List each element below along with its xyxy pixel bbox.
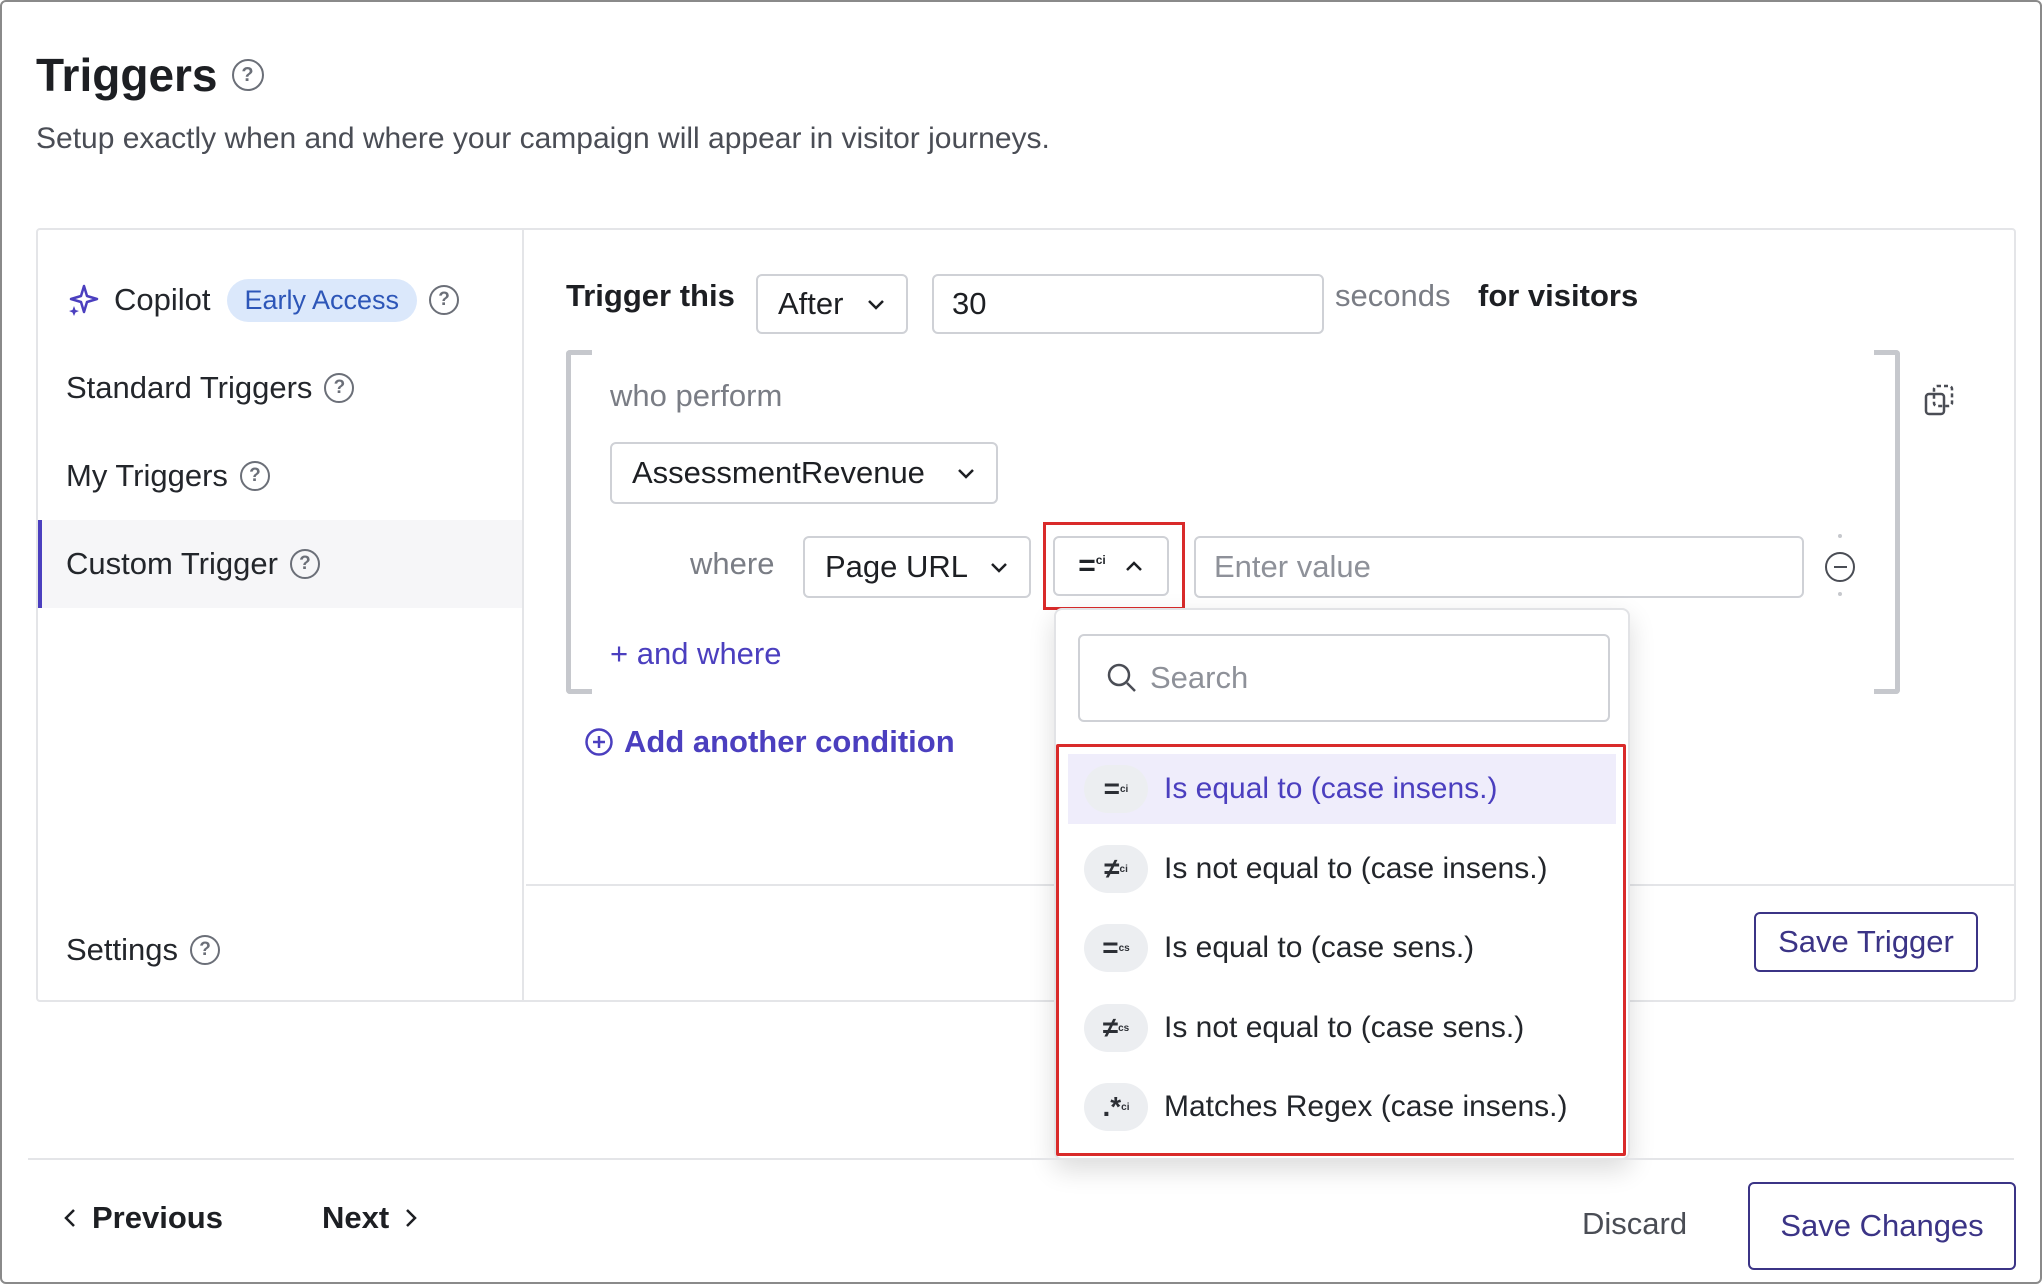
regex-ci-icon: .* ci xyxy=(1084,1083,1148,1131)
search-placeholder: Search xyxy=(1150,660,1249,695)
early-access-badge: Early Access xyxy=(226,278,418,322)
option-label: Is not equal to (case insens.) xyxy=(1164,852,1548,885)
discard-button[interactable]: Discard xyxy=(1582,1206,1687,1242)
sidebar-item-label: Copilot xyxy=(114,282,211,317)
property-select-value: Page URL xyxy=(825,549,969,584)
seconds-input[interactable]: 30 xyxy=(932,274,1324,334)
triggers-card: Copilot Early Access ? Standard Triggers… xyxy=(36,228,2016,1002)
seconds-input-value: 30 xyxy=(952,286,987,321)
sidebar: Copilot Early Access ? Standard Triggers… xyxy=(38,230,524,1000)
chevron-down-icon xyxy=(991,563,1007,573)
chevron-right-icon xyxy=(406,1209,417,1227)
and-where-link[interactable]: + and where xyxy=(610,636,781,672)
divider-dot xyxy=(1838,534,1842,538)
page-title-row: Triggers ? xyxy=(36,48,264,102)
sidebar-item-label: Custom Trigger xyxy=(66,546,278,581)
sidebar-item-label: Settings xyxy=(66,932,179,967)
page-title: Triggers xyxy=(36,49,218,101)
operator-select[interactable]: =ci xyxy=(1053,536,1169,596)
duplicate-icon[interactable] xyxy=(1922,380,1958,420)
sidebar-item-label: My Triggers xyxy=(66,458,228,493)
add-condition-label: Add another condition xyxy=(624,724,955,759)
next-label: Next xyxy=(322,1200,390,1235)
option-not-equal-ci[interactable]: ≠ ci Is not equal to (case insens.) xyxy=(1068,834,1616,904)
previous-label: Previous xyxy=(92,1200,223,1235)
option-regex-ci[interactable]: .* ci Matches Regex (case insens.) xyxy=(1068,1072,1616,1142)
sidebar-item-copilot[interactable]: Copilot Early Access ? xyxy=(38,256,522,344)
chevron-up-icon xyxy=(1125,561,1142,571)
operator-symbol: =ci xyxy=(1078,549,1106,582)
chevron-down-icon xyxy=(958,469,974,479)
next-button[interactable]: Next xyxy=(322,1200,419,1236)
option-label: Matches Regex (case insens.) xyxy=(1164,1090,1568,1123)
event-select[interactable]: AssessmentRevenue xyxy=(610,442,998,504)
add-condition-button[interactable]: Add another condition xyxy=(584,724,955,760)
help-icon[interactable]: ? xyxy=(429,285,460,315)
seconds-label: seconds xyxy=(1335,278,1451,313)
not-equal-cs-icon: ≠ cs xyxy=(1084,1004,1148,1052)
help-icon[interactable]: ? xyxy=(324,373,355,403)
option-label: Is equal to (case sens.) xyxy=(1164,931,1475,964)
trigger-this-label: Trigger this xyxy=(566,278,735,313)
for-visitors-label: for visitors xyxy=(1478,278,1639,313)
help-icon[interactable]: ? xyxy=(190,935,221,965)
divider-dot xyxy=(1838,592,1842,596)
condition-bracket-left xyxy=(566,350,592,694)
where-label: where xyxy=(690,546,775,581)
help-icon[interactable]: ? xyxy=(231,59,264,91)
equal-cs-icon: = cs xyxy=(1084,924,1148,972)
search-icon xyxy=(1107,663,1136,692)
not-equal-ci-icon: ≠ ci xyxy=(1084,845,1148,893)
plus-circle-icon xyxy=(585,728,613,756)
property-select[interactable]: Page URL xyxy=(803,536,1031,598)
footer-divider xyxy=(28,1158,2014,1160)
option-label: Is not equal to (case sens.) xyxy=(1164,1011,1525,1044)
condition-bracket-right xyxy=(1874,350,1900,694)
chevron-left-icon xyxy=(64,1209,75,1227)
page-subtitle: Setup exactly when and where your campai… xyxy=(36,122,1050,155)
sidebar-item-label: Standard Triggers xyxy=(66,370,313,405)
option-equal-ci[interactable]: = ci Is equal to (case insens.) xyxy=(1068,754,1616,824)
who-perform-label: who perform xyxy=(610,378,783,413)
help-icon[interactable]: ? xyxy=(239,461,270,491)
value-input[interactable]: Enter value xyxy=(1194,536,1804,598)
value-input-placeholder: Enter value xyxy=(1214,549,1371,584)
timing-select-value: After xyxy=(778,286,844,321)
sparkle-icon xyxy=(69,284,99,316)
timing-select[interactable]: After xyxy=(756,274,908,334)
remove-condition-icon[interactable] xyxy=(1825,552,1855,582)
previous-button[interactable]: Previous xyxy=(62,1200,223,1236)
sidebar-item-custom-trigger[interactable]: Custom Trigger ? xyxy=(38,520,522,608)
option-equal-cs[interactable]: = cs Is equal to (case sens.) xyxy=(1068,913,1616,983)
equal-ci-icon: = ci xyxy=(1084,765,1148,813)
sidebar-item-my-triggers[interactable]: My Triggers ? xyxy=(38,432,522,520)
option-label: Is equal to (case insens.) xyxy=(1164,772,1498,805)
option-not-equal-cs[interactable]: ≠ cs Is not equal to (case sens.) xyxy=(1068,993,1616,1063)
chevron-down-icon xyxy=(868,300,884,310)
operator-dropdown: Search = ci Is equal to (case insens.) ≠ c… xyxy=(1054,608,1630,1160)
event-select-value: AssessmentRevenue xyxy=(632,455,925,490)
sidebar-item-standard-triggers[interactable]: Standard Triggers ? xyxy=(38,344,522,432)
save-changes-button[interactable]: Save Changes xyxy=(1748,1182,2016,1270)
sidebar-item-settings[interactable]: Settings ? xyxy=(38,906,522,994)
help-icon[interactable]: ? xyxy=(289,549,320,579)
save-trigger-button[interactable]: Save Trigger xyxy=(1754,912,1978,972)
dropdown-search-input[interactable]: Search xyxy=(1078,634,1610,722)
